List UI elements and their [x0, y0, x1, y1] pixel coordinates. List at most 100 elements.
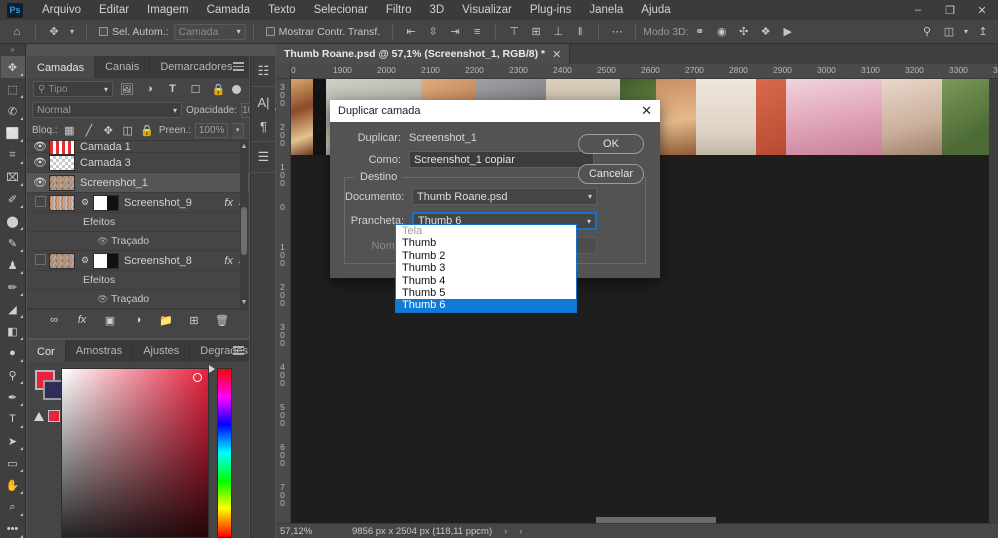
- menu-item-editar[interactable]: Editar: [90, 0, 138, 20]
- scroll-up-arrow-icon[interactable]: ▲: [240, 142, 248, 152]
- layer-scope-select[interactable]: Camada ▾: [173, 23, 246, 40]
- search-icon[interactable]: ⚲: [916, 22, 938, 42]
- pan-3d-icon[interactable]: ✣: [733, 22, 755, 42]
- move-tool-icon[interactable]: ✥: [0, 56, 25, 78]
- menu-item-texto[interactable]: Texto: [259, 0, 305, 20]
- layers-scrollbar-thumb[interactable]: [241, 207, 247, 255]
- layer-fx-icon[interactable]: fx: [224, 197, 233, 209]
- eye-visible-icon[interactable]: 👁: [31, 156, 49, 169]
- menu-item-selecionar[interactable]: Selecionar: [305, 0, 377, 20]
- align-middle-v-icon[interactable]: ⊞: [525, 22, 547, 42]
- mask-link-icon[interactable]: ⚙: [80, 197, 90, 208]
- layer-row[interactable]: 👁 Camada 3: [27, 153, 249, 173]
- tab-demarcadores[interactable]: Demarcadores: [150, 56, 244, 78]
- out-of-gamut-warning-icon[interactable]: [34, 411, 44, 421]
- camera-3d-icon[interactable]: ▶: [777, 22, 799, 42]
- document-tab[interactable]: Thumb Roane.psd @ 57,1% (Screenshot_1, R…: [276, 44, 571, 64]
- menu-item-visualizar[interactable]: Visualizar: [453, 0, 521, 20]
- gradient-tool-icon[interactable]: ◧: [1, 320, 25, 342]
- roll-3d-icon[interactable]: ◉: [711, 22, 733, 42]
- layer-fx-icon[interactable]: fx: [224, 255, 233, 267]
- align-top-icon[interactable]: ⊤: [503, 22, 525, 42]
- eyedropper-tool-icon[interactable]: ✐: [1, 188, 25, 210]
- lock-position-icon[interactable]: ✥: [101, 122, 116, 138]
- eye-hidden-icon[interactable]: [31, 253, 49, 268]
- clone-stamp-tool-icon[interactable]: ♟: [1, 254, 25, 276]
- dodge-tool-icon[interactable]: ⚲: [1, 364, 25, 386]
- artboard-option[interactable]: Thumb 5: [396, 287, 576, 299]
- hue-slider-marker[interactable]: [209, 365, 215, 373]
- eye-visible-icon[interactable]: 👁: [97, 236, 111, 247]
- libraries-icon[interactable]: ☷: [251, 59, 276, 83]
- layer-effect-row[interactable]: 👁 Traçado: [27, 290, 249, 309]
- artboard-dropdown-list[interactable]: Tela Thumb Thumb 2 Thumb 3 Thumb 4 Thumb 5 Thu…: [395, 224, 577, 313]
- layer-filter-select[interactable]: ⚲ Tipo ▾: [33, 81, 113, 97]
- layer-mask-thumbnail[interactable]: [93, 194, 119, 211]
- eraser-tool-icon[interactable]: ◢: [1, 298, 25, 320]
- artboard-option[interactable]: Thumb 4: [396, 275, 576, 287]
- filter-enable-toggle[interactable]: [232, 84, 241, 94]
- pixel-filter-icon[interactable]: 🖼: [117, 81, 136, 98]
- marquee-tool-icon[interactable]: ⬚: [1, 78, 25, 100]
- blend-mode-select[interactable]: Normal ▾: [32, 102, 182, 118]
- color-field[interactable]: [61, 368, 209, 538]
- rectangle-tool-icon[interactable]: ▭: [1, 452, 25, 474]
- distribute-v-icon[interactable]: ‖: [569, 22, 591, 42]
- lock-artboard-icon[interactable]: ◫: [120, 122, 135, 138]
- canvas-vertical-scrollbar[interactable]: [989, 79, 998, 523]
- more-options-icon[interactable]: ⋯: [606, 22, 628, 42]
- smartobject-filter-icon[interactable]: 🔒: [209, 81, 228, 98]
- eye-visible-icon[interactable]: 👁: [31, 176, 49, 189]
- new-group-icon[interactable]: 📁: [159, 312, 174, 328]
- close-button[interactable]: ✕: [966, 0, 998, 20]
- fill-chevron-icon[interactable]: ▾: [232, 122, 245, 138]
- document-select[interactable]: Thumb Roane.psd ▾: [412, 188, 597, 205]
- show-transform-checkbox[interactable]: Mostrar Contr. Transf.: [261, 26, 386, 38]
- pen-tool-icon[interactable]: ✒: [1, 386, 25, 408]
- shape-filter-icon[interactable]: ☐: [186, 81, 205, 98]
- align-bottom-icon[interactable]: ⊥: [547, 22, 569, 42]
- tab-camadas[interactable]: Camadas: [27, 56, 96, 78]
- cancel-button[interactable]: Cancelar: [578, 164, 644, 184]
- spot-healing-tool-icon[interactable]: ⬤: [1, 210, 25, 232]
- home-icon[interactable]: ⌂: [6, 22, 28, 42]
- new-layer-icon[interactable]: ⊞: [187, 312, 202, 328]
- history-brush-tool-icon[interactable]: ✏: [1, 276, 25, 298]
- adjustment-filter-icon[interactable]: ◑: [140, 81, 159, 98]
- workspace-icon[interactable]: ◫: [938, 22, 960, 42]
- menu-item-plug-ins[interactable]: Plug-ins: [521, 0, 581, 20]
- frame-tool-icon[interactable]: ⌧: [1, 166, 25, 188]
- share-icon[interactable]: ↥: [972, 22, 994, 42]
- layer-mask-thumbnail[interactable]: [93, 252, 119, 269]
- lock-transparency-icon[interactable]: ▦: [62, 122, 77, 138]
- lock-image-icon[interactable]: ╱: [81, 122, 96, 138]
- lock-all-icon[interactable]: 🔒: [139, 122, 154, 138]
- artboard-option[interactable]: Thumb 6: [396, 299, 576, 312]
- delete-layer-icon[interactable]: 🗑: [215, 312, 230, 328]
- background-color-swatch[interactable]: [43, 380, 63, 400]
- layer-row[interactable]: ⚙Screenshot_9fx▴: [27, 193, 249, 213]
- tab-cor[interactable]: Cor: [27, 340, 66, 362]
- eye-visible-icon[interactable]: 👁: [31, 141, 49, 153]
- scroll-down-arrow-icon[interactable]: ▼: [240, 298, 248, 308]
- restore-button[interactable]: ❐: [934, 0, 966, 20]
- layer-effect-row[interactable]: 👁 Traçado: [27, 232, 249, 251]
- paragraph-icon[interactable]: ¶: [251, 114, 276, 138]
- type-tool-icon[interactable]: T: [1, 408, 25, 430]
- layer-effect-row[interactable]: Efeitos: [27, 213, 249, 232]
- menu-item-arquivo[interactable]: Arquivo: [33, 0, 90, 20]
- layer-thumbnail[interactable]: [49, 154, 75, 171]
- layers-scrollbar[interactable]: [240, 141, 248, 309]
- slide-3d-icon[interactable]: ❖: [755, 22, 777, 42]
- menu-item-janela[interactable]: Janela: [580, 0, 632, 20]
- artboard-option[interactable]: Tela: [396, 225, 576, 237]
- link-layers-icon[interactable]: ∞: [47, 312, 62, 328]
- tab-degrades[interactable]: Degradês: [190, 340, 259, 362]
- close-icon[interactable]: ✕: [552, 48, 561, 61]
- artboard-option[interactable]: Thumb: [396, 237, 576, 249]
- as-input[interactable]: Screenshot_1 copiar: [409, 151, 594, 168]
- tab-canais[interactable]: Canais: [95, 56, 151, 78]
- align-left-icon[interactable]: ⇤: [400, 22, 422, 42]
- crop-tool-icon[interactable]: ⌗: [1, 144, 25, 166]
- layer-thumbnail[interactable]: [49, 174, 75, 191]
